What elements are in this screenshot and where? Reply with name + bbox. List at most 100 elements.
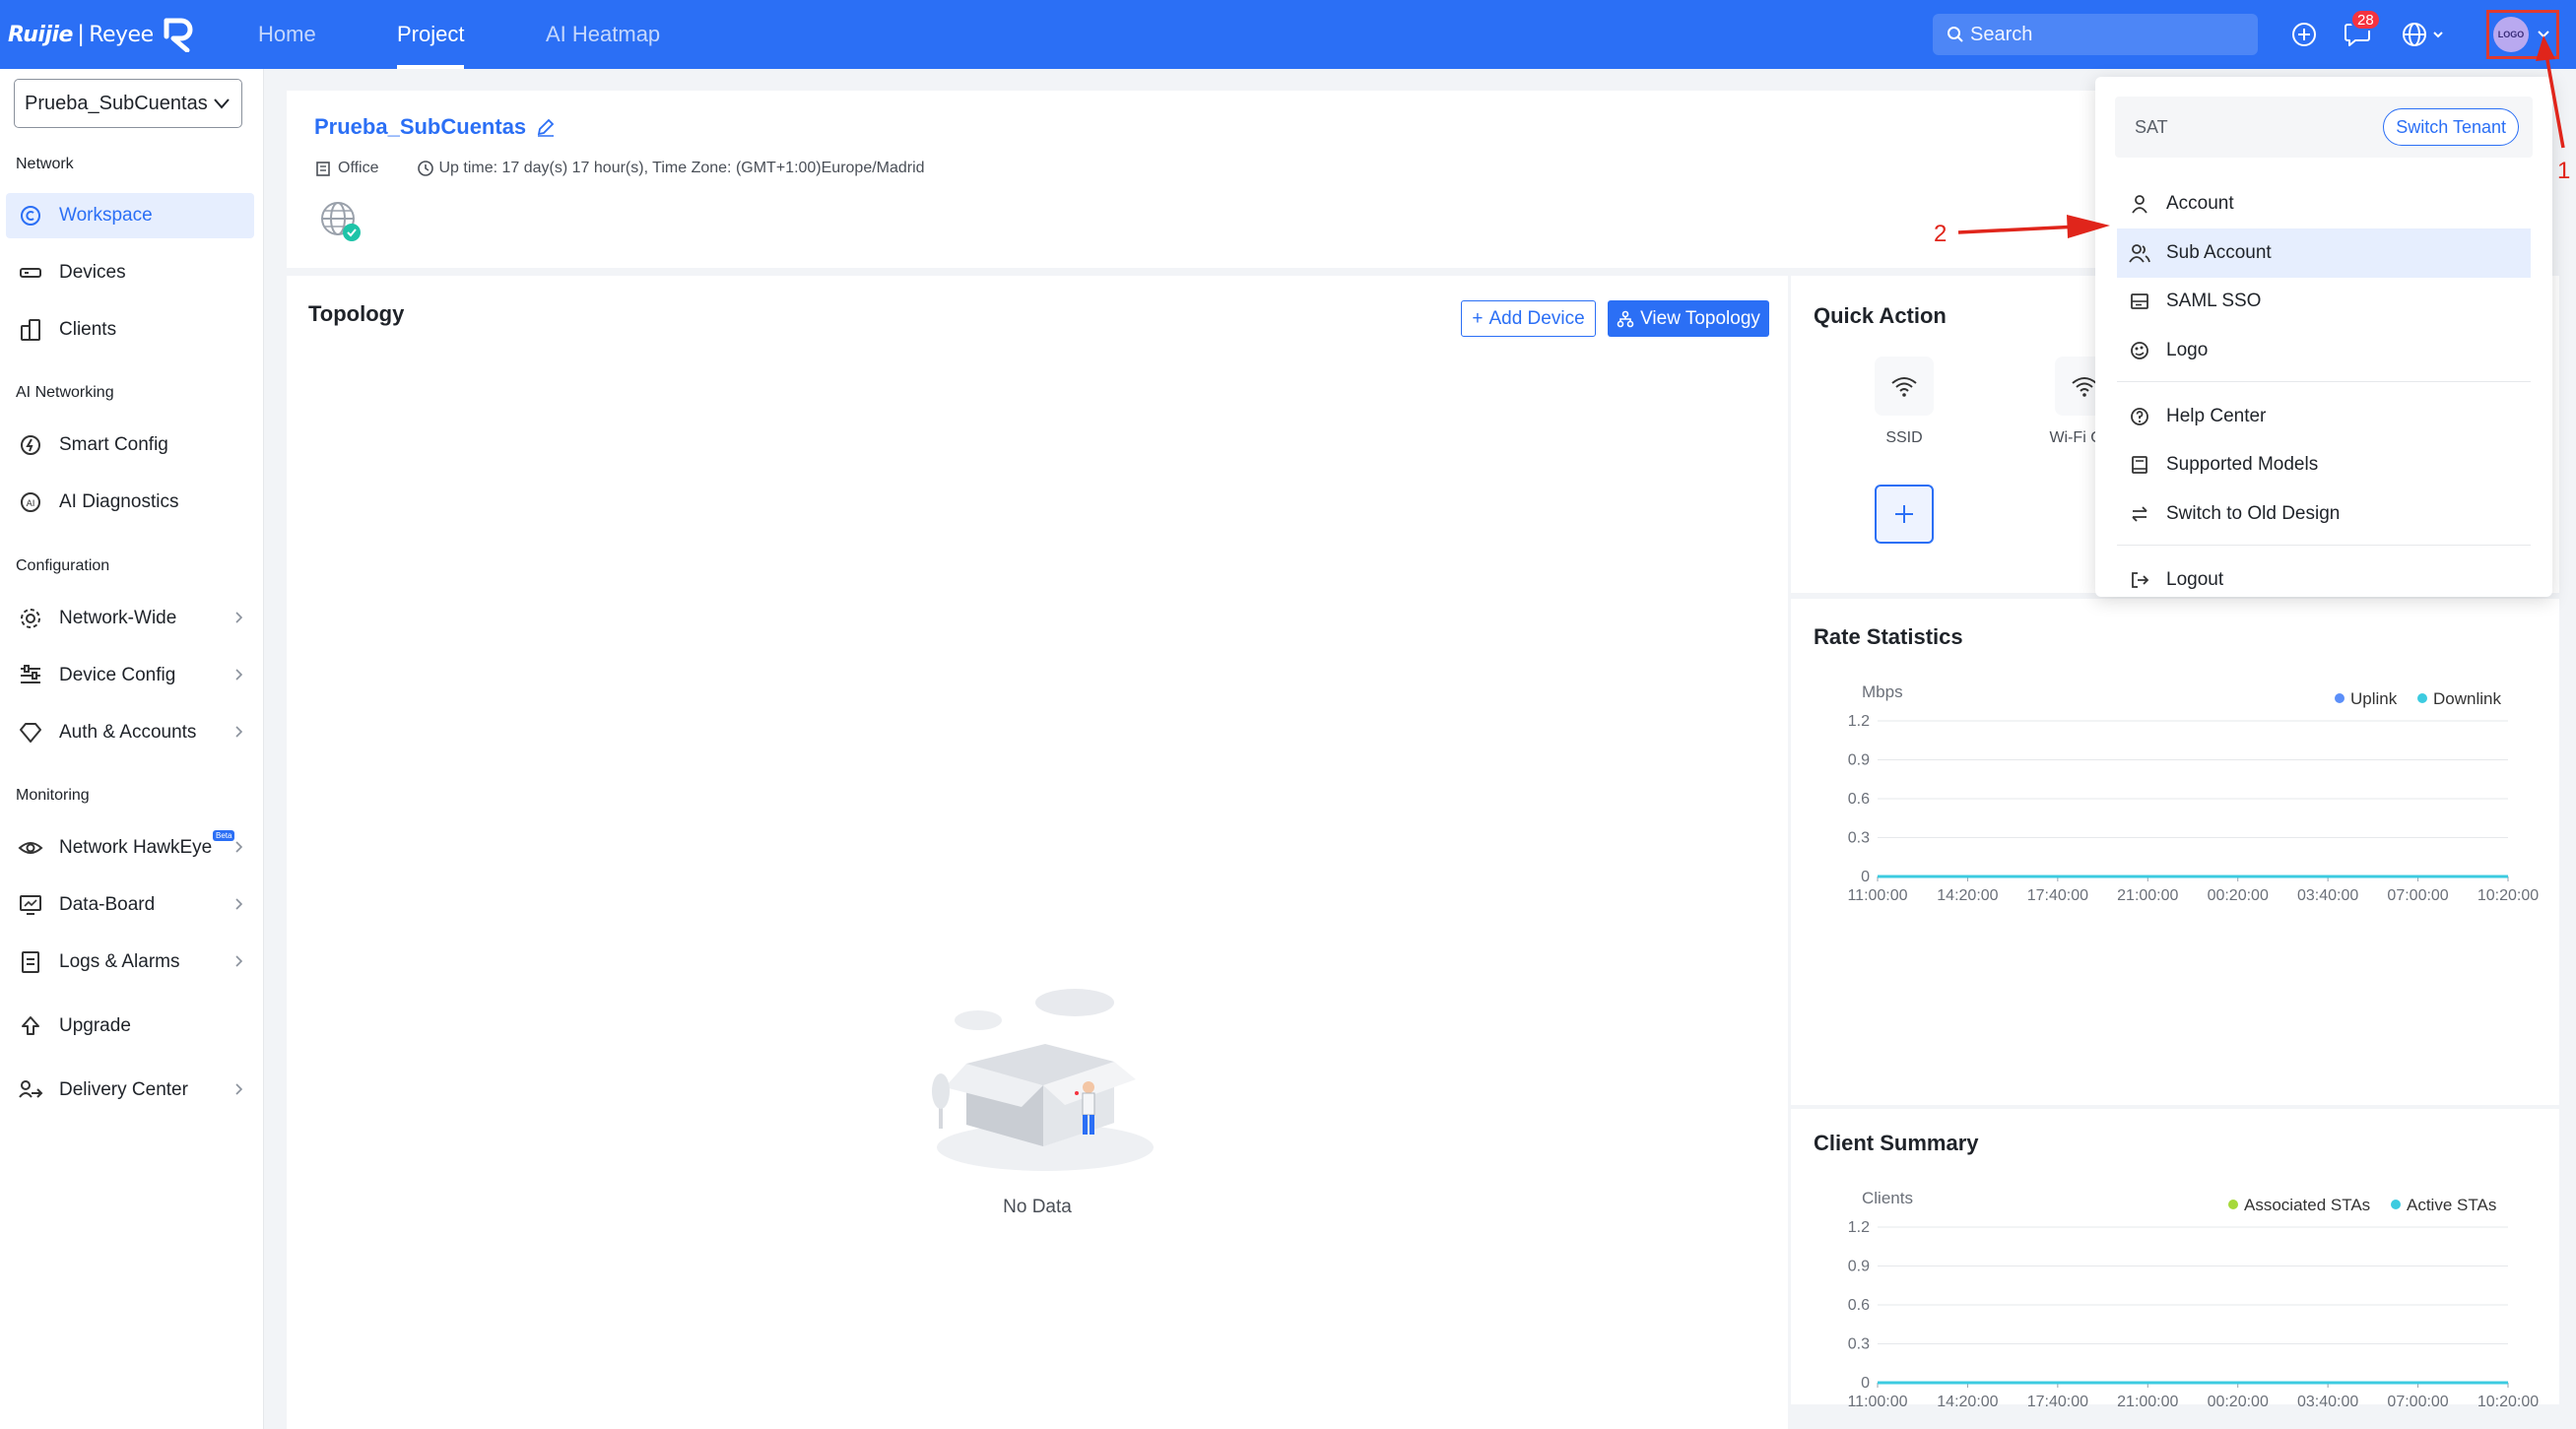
plus-icon (1895, 505, 1913, 523)
sidebar-item-label: Workspace (59, 205, 153, 226)
sidebar-item-label: Auth & Accounts (59, 722, 197, 743)
y-tick-label: 0 (1861, 1375, 1870, 1392)
palette-icon (2129, 340, 2150, 361)
chevron-down-icon (214, 98, 230, 109)
sidebar-item-label: AI Diagnostics (59, 491, 179, 512)
y-tick-label: 0.3 (1848, 830, 1870, 847)
ssid-action[interactable] (1875, 357, 1934, 416)
reyee-mark-icon (164, 18, 193, 52)
annotation-label-2: 2 (1934, 221, 1948, 247)
svg-text:AI: AI (27, 499, 35, 509)
plus-icon: + (1472, 307, 1484, 329)
x-tick-label: 14:20:00 (1937, 887, 1998, 904)
logout-icon (2129, 569, 2150, 591)
sidebar-item-label: Upgrade (59, 1015, 131, 1036)
sidebar-item-auth-accounts[interactable]: Auth & Accounts (6, 710, 254, 755)
switch-tenant-button[interactable]: Switch Tenant (2383, 108, 2519, 146)
menu-item-sub-account[interactable]: Sub Account (2117, 228, 2531, 278)
sidebar-item-clients[interactable]: Clients (6, 307, 254, 353)
users-icon (2129, 242, 2150, 264)
sidebar-item-upgrade[interactable]: Upgrade (6, 1004, 254, 1049)
sidebar-item-network-hawkeye[interactable]: Network HawkEye Beta (6, 825, 254, 871)
clock-icon (417, 161, 433, 176)
account-dropdown-menu: SAT Switch Tenant Account Sub Account SA… (2095, 77, 2552, 597)
search-placeholder: Search (1970, 23, 2033, 45)
topology-icon (1617, 310, 1634, 327)
view-topology-button[interactable]: View Topology (1608, 300, 1769, 337)
building-icon (316, 162, 330, 176)
sidebar-item-logs-alarms[interactable]: Logs & Alarms (6, 940, 254, 985)
section-network: Network (16, 156, 74, 172)
sidebar-item-delivery-center[interactable]: Delivery Center (6, 1068, 254, 1113)
sidebar-item-device-config[interactable]: Device Config (6, 653, 254, 698)
menu-item-logout[interactable]: Logout (2117, 555, 2531, 605)
annotation-label-1: 1 (2557, 158, 2571, 184)
sidebar-item-label: Network HawkEye (59, 837, 213, 858)
x-tick-label: 21:00:00 (2117, 887, 2178, 904)
topology-panel: Topology + Add Device View Topology No D… (287, 276, 1788, 1429)
add-circle-icon[interactable] (2289, 20, 2319, 49)
sidebar-item-ai-diagnostics[interactable]: AI AI Diagnostics (6, 480, 254, 525)
x-tick-label: 11:00:00 (1847, 1394, 1907, 1410)
menu-item-logo[interactable]: Logo (2117, 326, 2531, 375)
smart-config-icon (18, 432, 43, 458)
edit-icon[interactable] (536, 117, 556, 137)
menu-item-saml-sso[interactable]: SAML SSO (2117, 277, 2531, 326)
tab-ai-heatmap[interactable]: AI Heatmap (546, 0, 660, 69)
chevron-right-icon (235, 955, 243, 967)
avatar: LOGO (2493, 17, 2529, 52)
scene-label: Office (338, 160, 379, 176)
brand-sub: Reyee (89, 22, 154, 47)
section-configuration: Configuration (16, 557, 110, 574)
add-device-button[interactable]: + Add Device (1461, 300, 1596, 337)
menu-item-switch-old-design[interactable]: Switch to Old Design (2117, 489, 2531, 539)
tab-project[interactable]: Project (397, 0, 465, 69)
chevron-right-icon (235, 898, 243, 910)
account-menu-trigger[interactable]: LOGO (2486, 10, 2559, 59)
devices-icon (18, 260, 43, 286)
brand-logo[interactable]: Ruijie | Reyee (0, 0, 227, 69)
project-selector-value: Prueba_SubCuentas (25, 92, 208, 114)
legend-swatch (2417, 693, 2427, 703)
uptime-text: Up time: 17 day(s) 17 hour(s), Time Zone… (438, 160, 925, 176)
menu-item-help-center[interactable]: Help Center (2117, 392, 2531, 441)
sso-icon (2129, 291, 2150, 312)
workspace-icon (18, 203, 43, 228)
menu-item-supported-models[interactable]: Supported Models (2117, 440, 2531, 489)
sidebar-item-label: Device Config (59, 665, 176, 685)
tab-home[interactable]: Home (258, 0, 316, 69)
menu-item-account[interactable]: Account (2117, 179, 2531, 228)
empty-box-illustration (932, 989, 1154, 1171)
y-axis-unit-label: Mbps (1862, 682, 1903, 701)
tenant-row: SAT Switch Tenant (2115, 97, 2533, 158)
sidebar-item-network-wide[interactable]: Network-Wide (6, 596, 254, 641)
user-icon (2129, 193, 2150, 215)
y-tick-label: 0.9 (1848, 1259, 1870, 1275)
project-selector[interactable]: Prueba_SubCuentas (14, 79, 242, 128)
sidebar-item-devices[interactable]: Devices (6, 250, 254, 295)
sidebar-item-workspace[interactable]: Workspace (6, 193, 254, 238)
project-title: Prueba_SubCuentas (314, 114, 556, 140)
language-globe-icon[interactable] (2402, 20, 2445, 49)
rate-statistics-panel: Rate Statistics Mbps Uplink Downlink 1.2 0.9… (1791, 599, 2559, 1105)
add-quick-action-button[interactable] (1875, 485, 1934, 544)
network-globe-icon (321, 202, 361, 241)
eye-icon (18, 835, 43, 861)
x-tick-label: 11:00:00 (1847, 887, 1907, 904)
no-data-text: No Data (1003, 1197, 1072, 1217)
section-ai-networking: AI Networking (16, 384, 114, 401)
swap-icon (2129, 503, 2150, 525)
client-summary-title: Client Summary (1814, 1131, 1979, 1155)
x-tick-label: 00:20:00 (2208, 887, 2269, 904)
chevron-right-icon (235, 726, 243, 738)
sidebar-item-data-board[interactable]: Data-Board (6, 882, 254, 928)
topology-title: Topology (308, 301, 405, 326)
chevron-right-icon (235, 669, 243, 681)
search-icon (1948, 27, 1963, 42)
upgrade-arrow-icon (18, 1013, 43, 1039)
sidebar-item-label: Data-Board (59, 894, 156, 915)
monitor-chart-icon (18, 892, 43, 918)
x-tick-label: 07:00:00 (2387, 1394, 2448, 1410)
search-input[interactable]: Search (1933, 14, 2258, 55)
sidebar-item-smart-config[interactable]: Smart Config (6, 422, 254, 468)
